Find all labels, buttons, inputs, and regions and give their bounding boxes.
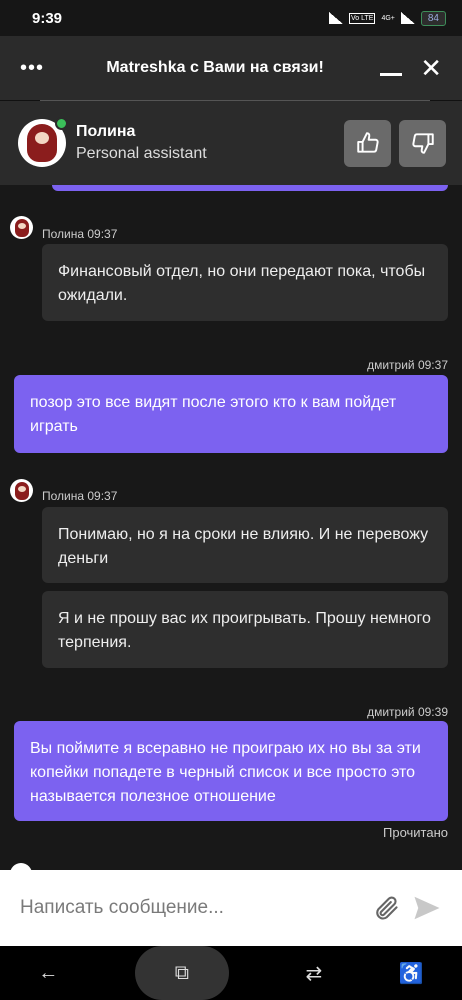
thumbs-up-button[interactable] <box>344 119 391 167</box>
message-meta: Полина 09:37 <box>42 227 118 241</box>
paperclip-icon <box>376 896 398 920</box>
user-message: Вы поймите я всеравно не проиграю их но … <box>14 721 448 821</box>
agent-panel: Полина Personal assistant <box>0 101 462 185</box>
agent-name: Полина <box>76 123 136 140</box>
agent-avatar <box>18 117 68 167</box>
minimize-icon[interactable] <box>380 72 403 76</box>
more-options-icon[interactable]: ••• <box>20 57 50 80</box>
agent-avatar-small <box>10 216 33 239</box>
chat-header: ••• Matreshka с Вами на связи! ✕ <box>0 36 462 100</box>
online-indicator <box>55 117 68 130</box>
signal-icon <box>400 12 415 24</box>
agent-message: Я и не прошу вас их проигрывать. Прошу н… <box>42 591 448 668</box>
thumbs-up-icon <box>356 132 379 153</box>
matryoshka-icon <box>27 124 57 162</box>
agent-avatar-small <box>10 479 33 502</box>
status-icons: Vo LTE 4G+ 84 <box>328 10 446 26</box>
agent-message: Финансовый отдел, но они передают пока, … <box>42 244 448 321</box>
back-icon[interactable]: ← <box>38 962 58 985</box>
chat-title: Matreshka с Вами на связи! <box>106 59 324 76</box>
recents-icon: ⧉ <box>174 961 189 984</box>
previous-message-bubble <box>52 185 448 191</box>
attach-button[interactable] <box>372 894 400 922</box>
matryoshka-icon <box>14 218 29 237</box>
send-icon <box>414 896 440 920</box>
accessibility-icon[interactable]: ♿ <box>399 961 424 986</box>
system-nav-bar: ← ⧉ ⇄ ♿ <box>0 946 462 1000</box>
read-status: Прочитано <box>383 825 448 840</box>
message-meta: дмитрий 09:37 <box>367 358 448 372</box>
user-message: позор это все видят после этого кто к ва… <box>14 375 448 453</box>
network-type: 4G+ <box>381 14 395 22</box>
message-list[interactable]: Полина 09:37 Финансовый отдел, но они пе… <box>0 185 462 870</box>
message-input-bar <box>0 870 462 946</box>
switch-icon[interactable]: ⇄ <box>305 961 322 986</box>
home-button[interactable]: ⧉ <box>134 946 229 1000</box>
agent-role: Personal assistant <box>76 145 207 162</box>
message-input[interactable] <box>20 897 360 919</box>
message-meta: дмитрий 09:39 <box>367 705 448 719</box>
close-icon[interactable]: ✕ <box>420 55 442 81</box>
wifi-icon <box>328 12 343 24</box>
agent-message: Понимаю, но я на сроки не влияю. И не пе… <box>42 507 448 583</box>
thumbs-down-icon <box>411 133 434 154</box>
status-time: 9:39 <box>32 9 63 27</box>
matryoshka-icon <box>14 481 29 500</box>
send-button[interactable] <box>412 893 442 923</box>
thumbs-down-button[interactable] <box>399 119 446 167</box>
status-bar: 9:39 Vo LTE 4G+ 84 <box>0 0 462 36</box>
volte-icon: Vo LTE <box>348 12 376 24</box>
battery-icon: 84 <box>420 10 446 26</box>
message-meta: Полина 09:37 <box>42 489 118 503</box>
agent-avatar-small <box>10 863 32 870</box>
